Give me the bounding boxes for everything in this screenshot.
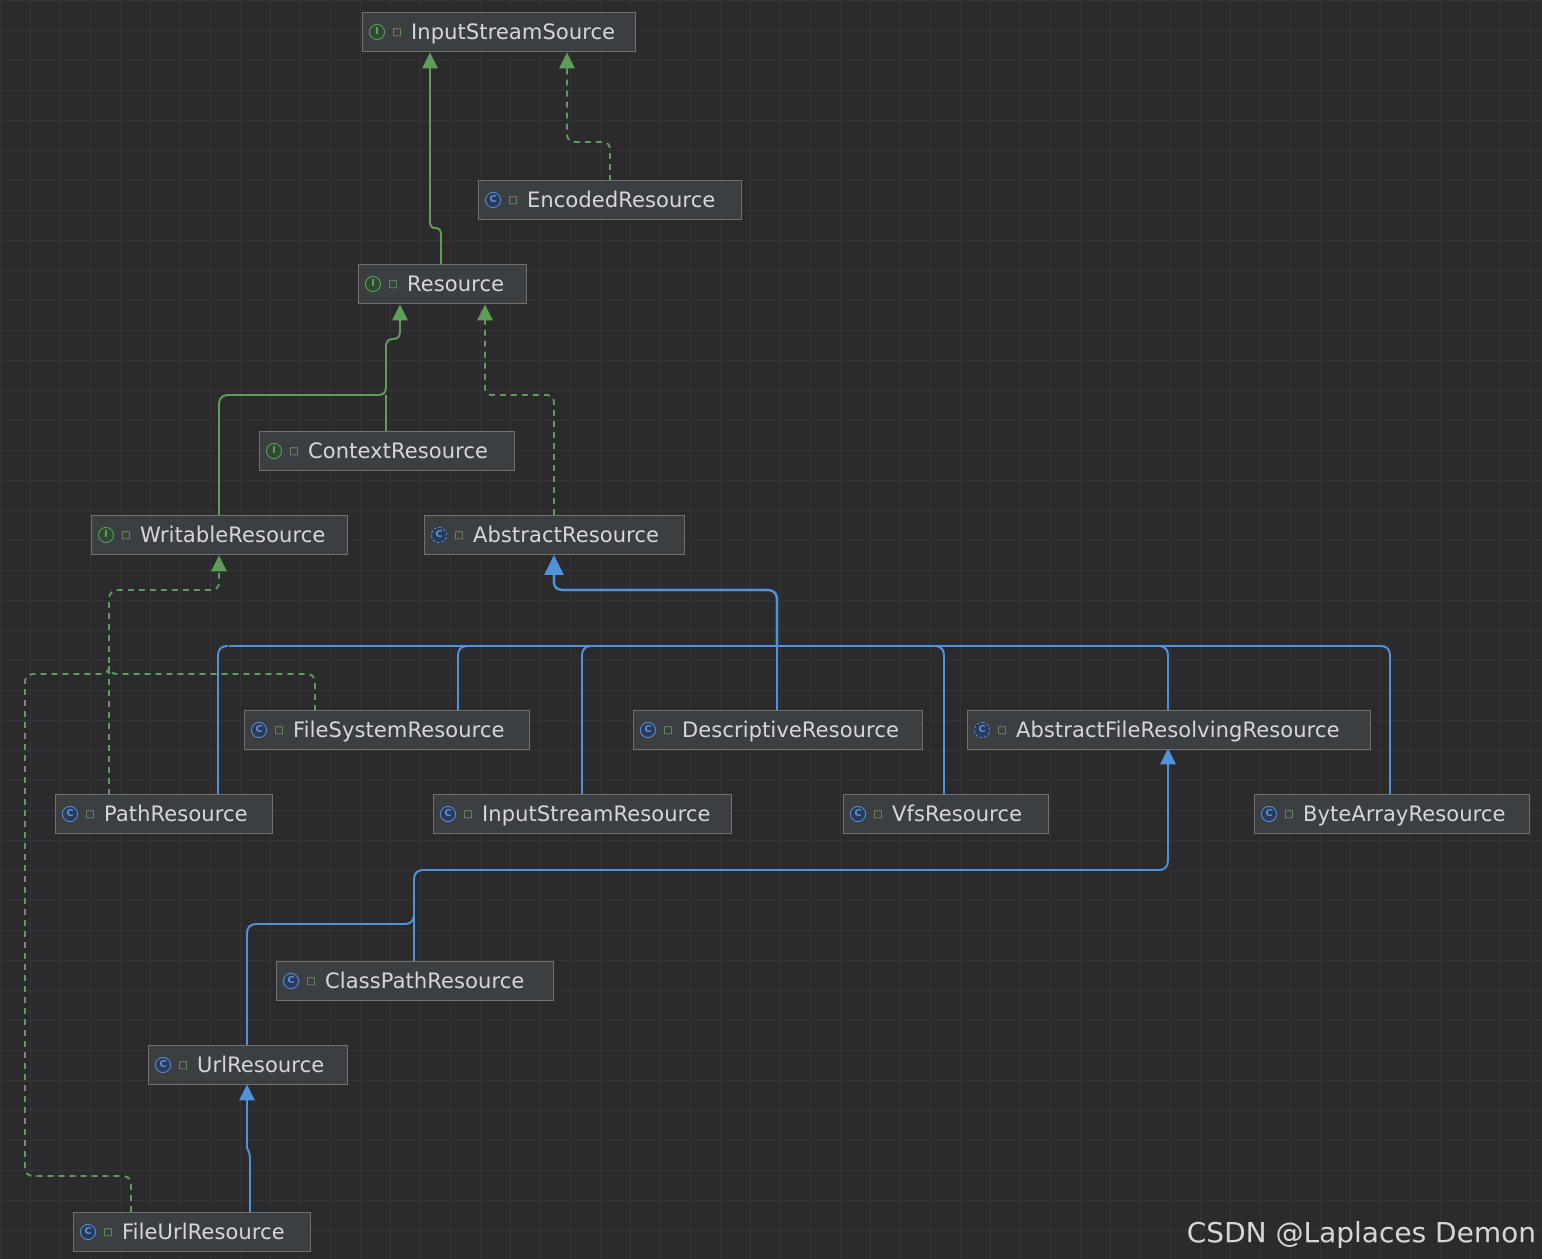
edge-fileurlresource-writableresource [24, 665, 132, 1212]
edge-bytearrayresource-abstractresource [1379, 645, 1391, 795]
node-label: PathResource [104, 802, 248, 826]
unlock-icon: □ [274, 724, 284, 736]
unlock-icon: □ [997, 724, 1007, 736]
edge-pathresource-abstractresource [217, 645, 229, 795]
edge-writableresource-resource [218, 304, 408, 515]
node-writableresource[interactable]: I □ WritableResource [91, 515, 348, 555]
node-label: FileSystemResource [293, 718, 505, 742]
node-filesystemresource[interactable]: C □ FileSystemResource [244, 710, 530, 750]
unlock-icon: □ [873, 808, 883, 820]
unlock-icon: □ [454, 529, 464, 541]
unlock-icon: □ [103, 1226, 113, 1238]
watermark-text: CSDN @Laplaces Demon [1186, 1216, 1536, 1249]
abstract-class-icon: C [974, 722, 990, 738]
node-label: WritableResource [140, 523, 326, 547]
node-bytearrayresource[interactable]: C □ ByteArrayResource [1254, 794, 1530, 834]
node-label: Resource [407, 272, 505, 296]
node-label: InputStreamSource [411, 20, 616, 44]
edge-resource-inputstreamsource [422, 52, 442, 264]
interface-icon: I [98, 527, 114, 543]
class-icon: C [485, 192, 501, 208]
unlock-icon: □ [392, 26, 402, 38]
unlock-icon: □ [388, 278, 398, 290]
node-label: UrlResource [197, 1053, 325, 1077]
edge-classpathresource-abstractfileresolving [413, 748, 1176, 962]
node-label: VfsResource [892, 802, 1023, 826]
unlock-icon: □ [508, 194, 518, 206]
unlock-icon: □ [85, 808, 95, 820]
class-icon: C [1261, 806, 1277, 822]
unlock-icon: □ [1284, 808, 1294, 820]
edge-fileurlresource-urlresource [239, 1084, 255, 1212]
node-label: FileUrlResource [122, 1220, 285, 1244]
node-label: ContextResource [308, 439, 489, 463]
unlock-icon: □ [663, 724, 673, 736]
node-abstractfileresolvingresource[interactable]: C □ AbstractFileResolvingResource [967, 710, 1371, 750]
interface-icon: I [369, 24, 385, 40]
node-label: EncodedResource [527, 188, 716, 212]
edge-pathresource-writableresource [108, 555, 227, 795]
node-label: InputStreamResource [482, 802, 711, 826]
node-inputstreamresource[interactable]: C □ InputStreamResource [433, 794, 732, 834]
node-urlresource[interactable]: C □ UrlResource [148, 1045, 348, 1085]
node-label: DescriptiveResource [682, 718, 899, 742]
edge-abstractresource-resource [477, 304, 555, 515]
edge-inputstreamresource-abstractresource [581, 645, 593, 795]
node-abstractresource[interactable]: C □ AbstractResource [424, 515, 685, 555]
edge-vfsresource-abstractresource [933, 645, 945, 795]
class-icon: C [283, 973, 299, 989]
edge-encodedresource-inputstreamsource [559, 52, 611, 181]
node-pathresource[interactable]: C □ PathResource [55, 794, 273, 834]
node-fileurlresource[interactable]: C □ FileUrlResource [73, 1212, 311, 1252]
unlock-icon: □ [289, 445, 299, 457]
class-icon: C [155, 1057, 171, 1073]
node-descriptiveresource[interactable]: C □ DescriptiveResource [633, 710, 923, 750]
node-classpathresource[interactable]: C □ ClassPathResource [276, 961, 554, 1001]
node-label: AbstractFileResolvingResource [1016, 718, 1340, 742]
unlock-icon: □ [463, 808, 473, 820]
node-vfsresource[interactable]: C □ VfsResource [843, 794, 1049, 834]
unlock-icon: □ [121, 529, 131, 541]
abstract-class-icon: C [431, 527, 447, 543]
node-label: AbstractResource [473, 523, 660, 547]
class-icon: C [62, 806, 78, 822]
node-label: ClassPathResource [325, 969, 525, 993]
class-icon: C [251, 722, 267, 738]
interface-icon: I [266, 443, 282, 459]
node-encodedresource[interactable]: C □ EncodedResource [478, 180, 742, 220]
edge-filesystemresource-writableresource [108, 665, 316, 711]
interface-icon: I [365, 276, 381, 292]
node-inputstreamsource[interactable]: I □ InputStreamSource [362, 12, 636, 52]
unlock-icon: □ [306, 975, 316, 987]
node-label: ByteArrayResource [1303, 802, 1506, 826]
node-contextresource[interactable]: I □ ContextResource [259, 431, 515, 471]
class-icon: C [640, 722, 656, 738]
edge-filesystemresource-abstractresource [457, 645, 469, 711]
node-resource[interactable]: I □ Resource [358, 264, 527, 304]
class-icon: C [850, 806, 866, 822]
class-icon: C [80, 1224, 96, 1240]
unlock-icon: □ [178, 1059, 188, 1071]
edge-bus-abstractresource [544, 555, 779, 646]
class-icon: C [440, 806, 456, 822]
edge-abstractfileresolving-abstractresource [1157, 645, 1169, 711]
